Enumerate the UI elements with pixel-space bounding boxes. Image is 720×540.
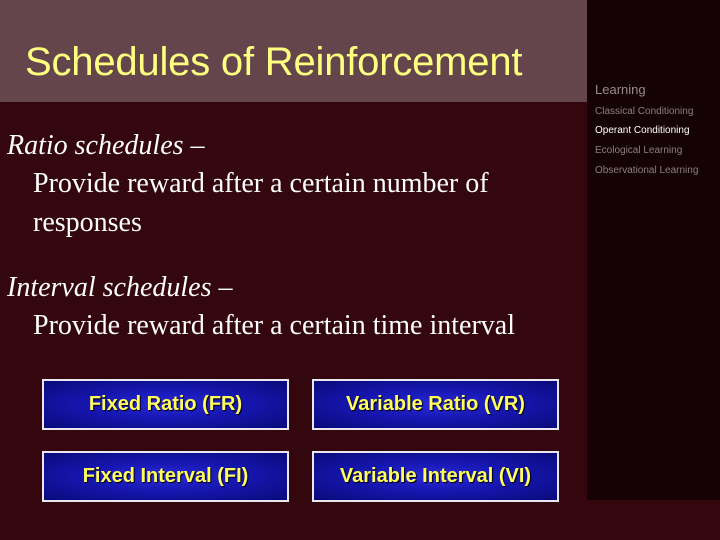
box-fixed-ratio: Fixed Ratio (FR) <box>42 379 289 430</box>
box-fixed-ratio-label: Fixed Ratio (FR) <box>88 393 243 415</box>
side-nav-item-operant-conditioning[interactable]: Operant Conditioning <box>595 125 690 136</box>
box-variable-ratio-label: Variable Ratio (VR) <box>346 393 525 415</box>
box-variable-interval: Variable Interval (VI) <box>312 451 559 502</box>
ratio-line-2: responses <box>33 207 142 238</box>
title-bar: Schedules of Reinforcement <box>0 0 587 102</box>
side-nav-item-classical-conditioning[interactable]: Classical Conditioning <box>595 106 693 117</box>
slide-title: Schedules of Reinforcement <box>25 40 523 84</box>
ratio-line-1: Provide reward after a certain number of <box>33 168 489 199</box>
side-nav-item-observational-learning[interactable]: Observational Learning <box>595 165 698 176</box>
interval-line-1: Provide reward after a certain time inte… <box>33 310 515 341</box>
side-nav: Learning Classical Conditioning Operant … <box>587 0 720 500</box>
side-nav-heading[interactable]: Learning <box>595 82 646 97</box>
side-nav-item-ecological-learning[interactable]: Ecological Learning <box>595 145 682 156</box>
ratio-heading: Ratio schedules – <box>7 130 205 161</box>
box-variable-interval-label: Variable Interval (VI) <box>339 465 532 487</box>
box-fixed-interval: Fixed Interval (FI) <box>42 451 289 502</box>
box-fixed-interval-label: Fixed Interval (FI) <box>82 465 249 487</box>
interval-heading: Interval schedules – <box>7 272 233 303</box>
box-variable-ratio: Variable Ratio (VR) <box>312 379 559 430</box>
